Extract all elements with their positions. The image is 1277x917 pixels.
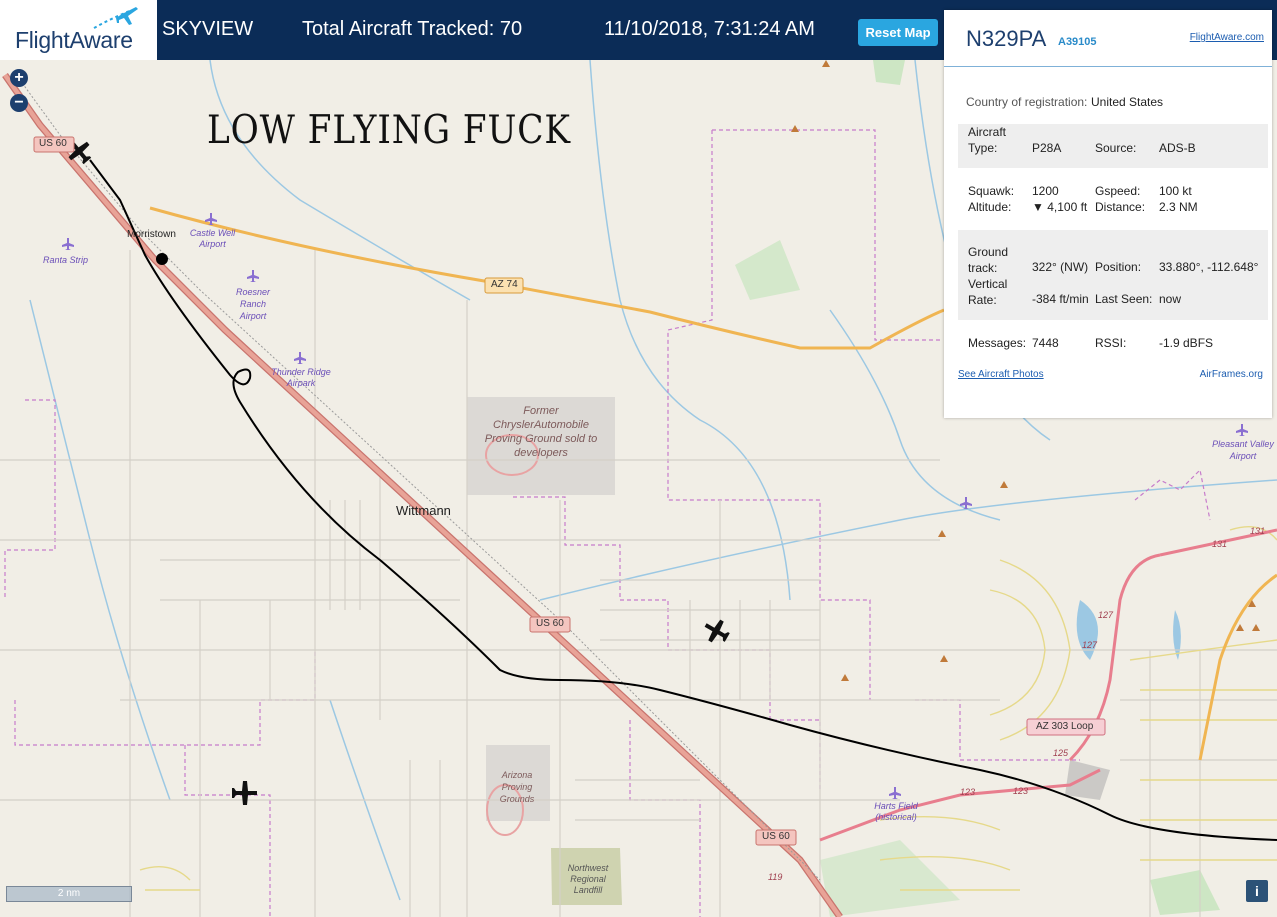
- route-131-b: 131: [1250, 526, 1266, 536]
- airport-icon: [62, 238, 74, 250]
- source-value: ADS-B: [1159, 141, 1196, 155]
- plane-icon[interactable]: [700, 615, 734, 648]
- az74-road: [149, 206, 945, 350]
- airframes-link[interactable]: AirFrames.org: [1200, 369, 1263, 380]
- route-127-a: 127: [1098, 610, 1114, 620]
- zoom-out-button[interactable]: −: [10, 94, 28, 112]
- flightaware-link[interactable]: FlightAware.com: [1190, 32, 1264, 43]
- panel-header: N329PA A39105 FlightAware.com: [944, 10, 1272, 67]
- airport-icon: [294, 352, 306, 364]
- aircraft-photos-link[interactable]: See Aircraft Photos: [958, 369, 1044, 380]
- aircraft-count: Total Aircraft Tracked: 70: [302, 18, 523, 40]
- distance-value: 2.3 NM: [1159, 200, 1198, 214]
- peak-icon: [1000, 481, 1008, 488]
- route-125: 125: [1053, 748, 1069, 758]
- route-127-b: 127: [1082, 640, 1098, 650]
- country-label: Country of registration:: [966, 95, 1088, 109]
- place-ranta-strip: Ranta Strip: [43, 255, 89, 265]
- rssi-value: -1.9 dBFS: [1159, 336, 1214, 350]
- logo-text: FlightAware: [15, 27, 133, 53]
- place-landfill: Northwest Regional Landfill: [567, 863, 609, 895]
- altitude-label: Altitude:: [968, 200, 1012, 214]
- route-119: 119: [768, 872, 783, 882]
- messages-value: 7448: [1032, 336, 1059, 350]
- hex-code: A39105: [1058, 36, 1097, 48]
- shield-az74: AZ 74: [491, 279, 518, 290]
- peak-icon: [938, 530, 946, 537]
- place-harts-field: Harts Field (historical): [874, 801, 918, 822]
- altitude-value: ▼ 4,100 ft: [1032, 200, 1088, 214]
- airport-icon: [1236, 424, 1248, 436]
- aircraft-info-panel: N329PA A39105 FlightAware.com Country of…: [944, 10, 1272, 418]
- position-value: 33.880°, -112.648°: [1159, 260, 1259, 274]
- airport-icon: [889, 787, 901, 799]
- squawk-label: Squawk:: [968, 184, 1015, 198]
- gspeed-label: Gspeed:: [1095, 184, 1141, 198]
- place-morristown: Morristown: [127, 229, 176, 240]
- peak-icon: [822, 60, 830, 67]
- last-seen-label: Last Seen:: [1095, 292, 1153, 306]
- shield-us60-b: US 60: [536, 618, 564, 629]
- suburbs: [139, 526, 1277, 891]
- place-castle-well: Castle Well Airport: [189, 228, 236, 249]
- squawk-value: 1200: [1032, 184, 1059, 198]
- country-value: United States: [1091, 95, 1164, 109]
- peak-icon: [940, 655, 948, 662]
- type-label: Aircraft Type:: [968, 125, 1007, 155]
- ground-track-label: Ground track:: [968, 245, 1009, 275]
- peak-icon: [791, 125, 799, 132]
- ground-track-value: 322° (NW): [1032, 260, 1089, 274]
- zoom-in-button[interactable]: +: [10, 69, 28, 87]
- track-start-marker: [156, 253, 168, 265]
- map-info-button[interactable]: i: [1246, 880, 1268, 902]
- overlay-caption: LOW FLYING FUCK: [207, 108, 571, 153]
- plane-icon[interactable]: [232, 781, 257, 805]
- datetime: 11/10/2018, 7:31:24 AM: [604, 18, 815, 40]
- peak-icon: [1252, 624, 1260, 631]
- place-pleasant-valley: Pleasant Valley Airport: [1212, 439, 1274, 461]
- shield-us60-c: US 60: [762, 831, 790, 842]
- route-131-a: 131: [1212, 539, 1228, 549]
- vertical-rate-label: Vertical Rate:: [968, 277, 1008, 307]
- messages-label: Messages:: [968, 336, 1027, 350]
- shield-az303: AZ 303 Loop: [1036, 721, 1094, 732]
- place-chrysler: Former ChryslerAutomobile Proving Ground…: [484, 405, 598, 459]
- peak-icon: [1236, 624, 1244, 631]
- shield-us60-a: US 60: [39, 138, 67, 149]
- airport-icon: [247, 270, 259, 282]
- place-roesner: Roesner Ranch Airport: [235, 287, 271, 321]
- source-label: Source:: [1095, 141, 1137, 155]
- place-wittmann: Wittmann: [396, 503, 451, 518]
- peak-icon: [841, 674, 849, 681]
- route-123-a: 123: [960, 787, 976, 797]
- distance-label: Distance:: [1095, 200, 1146, 214]
- gspeed-value: 100 kt: [1159, 184, 1192, 198]
- rssi-label: RSSI:: [1095, 336, 1127, 350]
- place-arizona-pg: Arizona Proving Grounds: [499, 770, 535, 804]
- vertical-rate-value: -384 ft/min: [1032, 292, 1089, 306]
- flightaware-logo[interactable]: FlightAware: [0, 0, 157, 60]
- type-value: P28A: [1032, 141, 1062, 155]
- reset-map-button[interactable]: Reset Map: [858, 19, 938, 46]
- route-123-b: 123: [1013, 786, 1029, 796]
- position-label: Position:: [1095, 260, 1142, 274]
- scale-bar: 2 nm: [6, 886, 132, 902]
- last-seen-value: now: [1159, 292, 1182, 306]
- tail-number: N329PA: [966, 26, 1047, 51]
- place-thunder-ridge: Thunder Ridge Airpark: [271, 367, 331, 388]
- app-name: SKYVIEW: [162, 18, 254, 40]
